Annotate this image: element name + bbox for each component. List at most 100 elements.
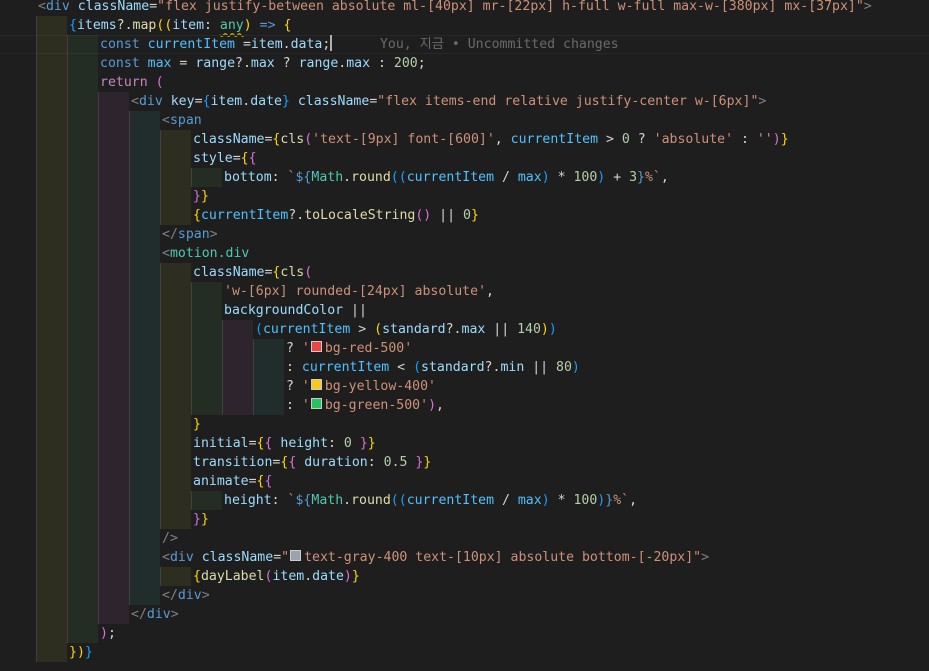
- indent-guide: [98, 92, 129, 111]
- code-text[interactable]: {currentItem?.toLocaleString() || 0}: [193, 206, 479, 225]
- code-token: 140: [517, 322, 541, 337]
- code-text[interactable]: <div className="flex justify-between abs…: [38, 0, 872, 16]
- indent-guide-line: [129, 225, 130, 244]
- code-text[interactable]: })}: [69, 643, 93, 662]
- code-line[interactable]: {dayLabel(item.date)}: [0, 567, 929, 586]
- code-line[interactable]: className={cls('text-[9px] font-[600]', …: [0, 130, 929, 149]
- indent-guide-line: [36, 453, 37, 472]
- code-editor[interactable]: <div className="flex justify-between abs…: [0, 0, 929, 671]
- code-text[interactable]: }: [193, 415, 201, 434]
- code-line[interactable]: </span>: [0, 225, 929, 244]
- code-line[interactable]: }}: [0, 187, 929, 206]
- code-line[interactable]: animate={{: [0, 472, 929, 491]
- code-text[interactable]: initial={{ height: 0 }}: [193, 434, 376, 453]
- code-token: ((: [390, 493, 407, 508]
- code-line[interactable]: className={cls(: [0, 263, 929, 282]
- color-swatch-icon[interactable]: [310, 379, 322, 390]
- code-text[interactable]: animate={{: [193, 472, 272, 491]
- code-line[interactable]: {items?.map((item: any) => {: [0, 16, 929, 35]
- code-line[interactable]: : ' bg-green-500'),: [0, 396, 929, 415]
- code-line[interactable]: <motion.div: [0, 244, 929, 263]
- code-line[interactable]: );: [0, 624, 929, 643]
- color-swatch-icon[interactable]: [310, 341, 322, 352]
- code-line[interactable]: return (: [0, 73, 929, 92]
- indent-guide-line: [98, 605, 99, 624]
- code-text[interactable]: : ' bg-green-500'),: [286, 396, 444, 415]
- code-line[interactable]: })}: [0, 643, 929, 662]
- code-line[interactable]: </div>: [0, 605, 929, 624]
- code-line[interactable]: bottom: `${Math.round((currentItem / max…: [0, 168, 929, 187]
- code-text[interactable]: : currentItem < (standard?.min || 80): [286, 358, 580, 377]
- code-text[interactable]: <div key={item.date} className="flex ite…: [131, 92, 766, 111]
- code-line[interactable]: }}: [0, 510, 929, 529]
- code-line[interactable]: <div className="flex justify-between abs…: [0, 0, 929, 16]
- code-text[interactable]: </span>: [162, 225, 218, 244]
- code-token: Math: [311, 493, 344, 508]
- code-text[interactable]: {dayLabel(item.date)}: [193, 567, 360, 586]
- code-token: <: [162, 113, 170, 128]
- git-blame-annotation[interactable]: You, 지금 • Uncommitted changes: [332, 37, 619, 52]
- code-text[interactable]: </div>: [131, 605, 179, 624]
- code-token: ): [343, 569, 352, 584]
- code-text[interactable]: const currentItem =item.data; You, 지금 • …: [100, 35, 619, 54]
- code-line[interactable]: ? ' bg-red-500': [0, 339, 929, 358]
- indent-guide: [160, 434, 191, 453]
- code-text[interactable]: className={cls('text-[9px] font-[600]', …: [193, 130, 789, 149]
- code-line[interactable]: style={{: [0, 149, 929, 168]
- indent-guide: [98, 187, 129, 206]
- code-text[interactable]: bottom: `${Math.round((currentItem / max…: [224, 168, 669, 187]
- code-line[interactable]: backgroundColor ||: [0, 301, 929, 320]
- code-text[interactable]: />: [162, 529, 178, 548]
- indent-guide-line: [129, 472, 130, 491]
- code-text[interactable]: }}: [193, 510, 209, 529]
- code-line[interactable]: <div className=" text-gray-400 text-[10px…: [0, 548, 929, 567]
- code-text[interactable]: }}: [193, 187, 209, 206]
- code-line[interactable]: initial={{ height: 0 }}: [0, 434, 929, 453]
- code-line[interactable]: const currentItem =item.data; You, 지금 • …: [0, 35, 929, 54]
- code-text[interactable]: ? ' bg-red-500': [286, 339, 412, 358]
- indent-guide: [129, 149, 160, 168]
- code-text[interactable]: ? ' bg-yellow-400': [286, 377, 436, 396]
- code-text[interactable]: transition={{ duration: 0.5 }}: [193, 453, 431, 472]
- indent-guide-line: [36, 548, 37, 567]
- color-swatch-icon[interactable]: [290, 550, 302, 561]
- code-line[interactable]: <div key={item.date} className="flex ite…: [0, 92, 929, 111]
- code-text[interactable]: </div>: [162, 586, 210, 605]
- code-text[interactable]: );: [100, 624, 116, 643]
- indent-guide: [36, 263, 67, 282]
- code-text[interactable]: <motion.div: [162, 244, 249, 263]
- code-line[interactable]: const max = range?.max ? range.max : 200…: [0, 54, 929, 73]
- indent-guide-line: [36, 73, 37, 92]
- code-text[interactable]: className={cls(: [193, 263, 312, 282]
- code-line[interactable]: transition={{ duration: 0.5 }}: [0, 453, 929, 472]
- indent-guide-line: [129, 567, 130, 586]
- code-text[interactable]: (currentItem > (standard?.max || 140)): [255, 320, 557, 339]
- code-text[interactable]: 'w-[6px] rounded-[24px] absolute',: [224, 282, 494, 301]
- indent-guide-line: [129, 206, 130, 225]
- code-line[interactable]: height: `${Math.round((currentItem / max…: [0, 491, 929, 510]
- code-text[interactable]: <span: [162, 111, 202, 130]
- code-token: ,: [486, 284, 494, 299]
- code-line[interactable]: {currentItem?.toLocaleString() || 0}: [0, 206, 929, 225]
- indent-guide-line: [222, 339, 223, 358]
- code-line[interactable]: (currentItem > (standard?.max || 140)): [0, 320, 929, 339]
- code-line[interactable]: ? ' bg-yellow-400': [0, 377, 929, 396]
- color-swatch-icon[interactable]: [310, 398, 322, 409]
- indent-guide-line: [98, 282, 99, 301]
- indent-guide: [36, 16, 67, 35]
- code-text[interactable]: return (: [100, 73, 164, 92]
- indent-guide-line: [36, 263, 37, 282]
- code-text[interactable]: style={{: [193, 149, 257, 168]
- code-text[interactable]: height: `${Math.round((currentItem / max…: [224, 491, 637, 510]
- code-text[interactable]: {items?.map((item: any) => {: [69, 16, 291, 35]
- code-text[interactable]: <div className=" text-gray-400 text-[10px…: [162, 548, 709, 567]
- code-line[interactable]: : currentItem < (standard?.min || 80): [0, 358, 929, 377]
- code-line[interactable]: <span: [0, 111, 929, 130]
- code-line[interactable]: }: [0, 415, 929, 434]
- code-token: min: [500, 360, 525, 375]
- code-text[interactable]: backgroundColor ||: [224, 301, 367, 320]
- code-line[interactable]: </div>: [0, 586, 929, 605]
- code-text[interactable]: const max = range?.max ? range.max : 200…: [100, 54, 426, 73]
- code-line[interactable]: />: [0, 529, 929, 548]
- code-line[interactable]: 'w-[6px] rounded-[24px] absolute',: [0, 282, 929, 301]
